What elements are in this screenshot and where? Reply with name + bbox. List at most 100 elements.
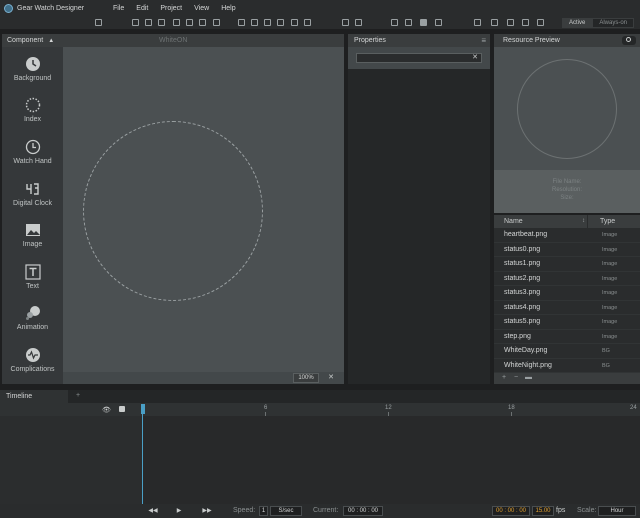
resource-type: Image xyxy=(602,319,618,325)
sort-icon[interactable]: ↕ xyxy=(582,218,585,224)
menu-icon[interactable]: ≡ xyxy=(481,36,486,45)
resource-type: Image xyxy=(602,261,618,267)
playhead-handle[interactable] xyxy=(141,404,145,414)
fit-canvas-icon[interactable]: ✕ xyxy=(325,373,337,383)
table-row[interactable]: WhiteDay.png BG xyxy=(494,344,640,359)
scale-select[interactable]: Hour xyxy=(598,506,636,516)
resource-table-header: Name ↕ Type xyxy=(494,215,640,228)
align-left-icon[interactable] xyxy=(132,19,139,26)
table-row[interactable]: status3.png Image xyxy=(494,286,640,301)
component-background[interactable]: Background xyxy=(2,56,63,82)
component-animation[interactable]: Animation xyxy=(2,305,63,331)
align-bottom-icon[interactable] xyxy=(199,19,206,26)
speed-value[interactable]: 1 xyxy=(259,506,268,516)
column-name[interactable]: Name xyxy=(504,218,523,225)
remove-resource-icon[interactable]: − xyxy=(514,374,518,381)
mode-toggle: Active Always-on xyxy=(562,18,635,28)
send-back-icon[interactable] xyxy=(435,19,442,26)
properties-search-input[interactable] xyxy=(356,53,482,63)
component-label: Watch Hand xyxy=(13,158,52,165)
design-canvas[interactable] xyxy=(63,47,344,384)
bring-forward-icon[interactable] xyxy=(405,19,412,26)
fps-label: fps xyxy=(556,507,566,514)
run-icon[interactable] xyxy=(491,19,498,26)
align-distribute-icon[interactable] xyxy=(213,19,220,26)
align-top-icon[interactable] xyxy=(173,19,180,26)
watch-face-outline[interactable] xyxy=(83,121,263,301)
size-width-icon[interactable] xyxy=(291,19,298,26)
resource-type: Image xyxy=(602,275,618,282)
gear-icon[interactable] xyxy=(522,19,529,26)
flip-icon[interactable] xyxy=(355,19,362,26)
search-button[interactable] xyxy=(622,36,636,45)
align-right-icon[interactable] xyxy=(158,19,165,26)
component-index[interactable]: Index xyxy=(2,97,63,123)
component-text[interactable]: Text xyxy=(2,264,63,290)
menu-edit[interactable]: Edit xyxy=(130,5,154,12)
space-h-icon[interactable] xyxy=(264,19,271,26)
fast-forward-icon[interactable]: ▶▶ xyxy=(200,506,214,516)
folder-icon[interactable]: ▬ xyxy=(525,374,532,381)
device-icon[interactable] xyxy=(507,19,514,26)
info-resolution: Resolution: xyxy=(551,187,583,193)
eye-icon[interactable]: 👁 xyxy=(102,406,111,414)
playhead-line xyxy=(142,414,143,504)
menu-project[interactable]: Project xyxy=(154,5,188,12)
table-row[interactable]: step.png Image xyxy=(494,330,640,344)
align-center-icon[interactable] xyxy=(145,19,152,26)
fit-screen-icon[interactable] xyxy=(95,19,102,26)
zoom-level[interactable]: 100% xyxy=(293,373,319,383)
component-label: Complications xyxy=(10,366,55,373)
build-icon[interactable] xyxy=(537,19,544,26)
resource-name: status4.png xyxy=(504,303,541,311)
clear-search-icon[interactable]: ✕ xyxy=(472,53,478,61)
current-time-input[interactable]: 00 : 00 : 00 xyxy=(343,506,383,516)
image-icon xyxy=(25,224,40,236)
menu-file[interactable]: File xyxy=(107,5,130,12)
table-row[interactable]: heartbeat.png Image xyxy=(494,228,640,243)
mode-always-on-button[interactable]: Always-on xyxy=(592,18,635,28)
play-icon[interactable]: ▶ xyxy=(174,506,184,516)
playback-bar: ◀◀ ▶ ▶▶ Speed: 1 S/sec Current: 00 : 00 … xyxy=(0,504,640,518)
column-type[interactable]: Type xyxy=(600,218,615,225)
bring-front-icon[interactable] xyxy=(391,19,398,26)
distribute-v-icon[interactable] xyxy=(251,19,258,26)
table-row[interactable]: status1.png Image xyxy=(494,257,640,272)
speed-unit-select[interactable]: S/sec xyxy=(270,506,302,516)
menu-help[interactable]: Help xyxy=(215,5,241,12)
table-row[interactable]: WhiteNight.png BG xyxy=(494,359,640,373)
text-icon xyxy=(24,264,41,280)
caret-up-icon[interactable]: ▲ xyxy=(48,38,54,44)
timeline-body[interactable] xyxy=(0,416,640,504)
mode-active-button[interactable]: Active xyxy=(562,18,593,28)
tab-timeline[interactable]: Timeline xyxy=(0,390,68,403)
align-middle-icon[interactable] xyxy=(186,19,193,26)
component-image[interactable]: Image xyxy=(2,222,63,248)
send-backward-icon[interactable] xyxy=(420,19,427,26)
size-height-icon[interactable] xyxy=(304,19,311,26)
add-timeline-icon[interactable]: + xyxy=(76,392,80,399)
properties-search-row: ✕ xyxy=(348,47,490,69)
rotate-icon[interactable] xyxy=(342,19,349,26)
timeline-ruler[interactable]: 👁 6 12 18 24 xyxy=(0,403,640,416)
menu-view[interactable]: View xyxy=(188,5,215,12)
table-row[interactable]: status5.png Image xyxy=(494,315,640,330)
space-v-icon[interactable] xyxy=(277,19,284,26)
resource-name: status0.png xyxy=(504,245,541,253)
table-row[interactable]: status4.png Image xyxy=(494,301,640,315)
lock-icon[interactable] xyxy=(119,406,125,412)
add-resource-icon[interactable]: + xyxy=(502,374,506,381)
component-digital-clock[interactable]: Digital Clock xyxy=(2,181,63,207)
distribute-h-icon[interactable] xyxy=(238,19,245,26)
component-watch-hand[interactable]: Watch Hand xyxy=(2,139,63,165)
resource-type: BG xyxy=(602,362,610,369)
fps-value[interactable]: 15.00 xyxy=(532,506,554,516)
table-row[interactable]: status0.png Image xyxy=(494,243,640,257)
table-row[interactable]: status2.png Image xyxy=(494,272,640,286)
rewind-icon[interactable]: ◀◀ xyxy=(146,506,160,516)
properties-body xyxy=(348,69,490,384)
component-complications[interactable]: Complications xyxy=(2,347,63,373)
preview-icon[interactable] xyxy=(474,19,481,26)
component-label: Image xyxy=(22,241,43,248)
column-divider[interactable] xyxy=(587,215,588,228)
